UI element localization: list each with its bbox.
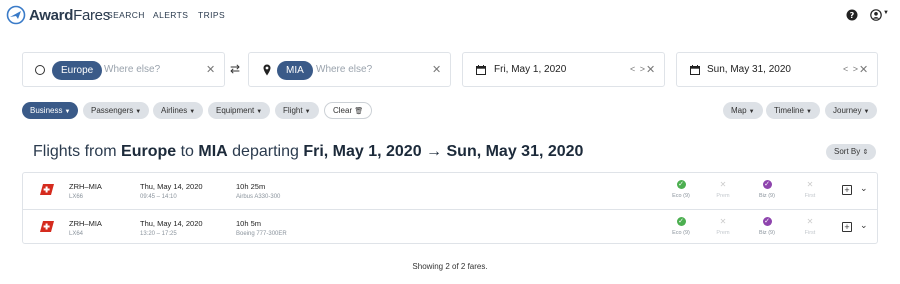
brand-logo[interactable]: AwardFares [6,5,110,25]
flight-row[interactable]: ZRH–MIA LX66 Thu, May 14, 2020 09:45 – 1… [23,173,877,208]
add-alert-plus-icon[interactable]: + [842,185,852,195]
start-date-clear-icon[interactable]: ✕ [646,63,655,76]
filter-airlines[interactable]: Airlines ▼ [153,102,204,119]
calendar-icon [690,65,700,75]
caret-down-icon: ▼ [256,109,263,115]
origin-field[interactable]: Europe Where else? ✕ [22,52,225,87]
route: ZRH–MIA [69,182,102,191]
check-icon: ✓ [676,217,686,226]
flight-number: LX64 [69,231,84,237]
origin-chip[interactable]: Europe [52,61,103,80]
cabin-premium: ✕ Prem [716,217,730,236]
start-date-prev-next[interactable]: < > [630,64,646,74]
results-headline: Flights from Europe to MIA departing Fri… [33,143,584,160]
aircraft: Boeing 777-300ER [236,231,287,237]
flight-times: 09:45 – 14:10 [140,194,177,200]
flight-row[interactable]: ZRH–MIA LX64 Thu, May 14, 2020 13:20 – 1… [23,209,877,244]
account-chevron-down-icon[interactable]: ▼ [883,10,889,16]
brand-name-light: Fares [73,6,110,24]
swiss-airline-logo-icon [40,184,54,195]
flight-number: LX66 [69,194,84,200]
caret-down-icon: ▼ [135,109,142,115]
brand-name-bold: Award [29,6,74,24]
cabin-premium: ✕ Prem [716,180,730,199]
origin-input[interactable]: Where else? [104,64,160,75]
results-count: Showing 2 of 2 fares. [412,262,488,271]
duration: 10h 25m [236,182,266,191]
check-icon: ✓ [676,180,686,189]
help-icon[interactable]: ? [846,9,858,21]
view-journey-button[interactable]: Journey ▼ [825,102,878,119]
trash-icon: 🗑 [354,108,364,115]
caret-down-icon: ▼ [304,109,311,115]
view-map-button[interactable]: Map ▼ [723,102,763,119]
start-date-value: Fri, May 1, 2020 [494,64,567,75]
top-navbar: AwardFares SEARCH ALERTS TRIPS ? ▼ [0,0,900,30]
destination-field[interactable]: MIA Where else? ✕ [248,52,451,87]
nav-trips[interactable]: TRIPS [198,10,225,20]
caret-down-icon: ▼ [748,109,755,115]
caret-down-icon: ▼ [189,109,196,115]
calendar-icon [476,65,486,75]
flight-times: 13:20 – 17:25 [140,231,177,237]
filter-equipment[interactable]: Equipment ▼ [208,102,271,119]
route: ZRH–MIA [69,219,102,228]
cabin-first: ✕ First [804,180,816,199]
svg-text:?: ? [850,11,855,20]
add-alert-plus-icon[interactable]: + [842,222,852,232]
swap-icon[interactable]: ⇄ [230,62,240,76]
check-icon: ✓ [762,180,772,189]
sort-by-button[interactable]: Sort By ⇕ [826,144,877,160]
x-icon: ✕ [806,180,814,189]
nav-search[interactable]: SEARCH [107,10,145,20]
destination-input[interactable]: Where else? [316,64,372,75]
plane-logo-icon [6,5,26,25]
end-date-clear-icon[interactable]: ✕ [859,63,868,76]
destination-clear-icon[interactable]: ✕ [432,63,441,76]
expand-chevron-down-icon[interactable]: ⌄ [860,183,868,194]
flight-date: Thu, May 14, 2020 [140,219,203,228]
cabin-first: ✕ First [804,217,816,236]
clear-filters-button[interactable]: Clear 🗑 [324,102,373,119]
flight-date: Thu, May 14, 2020 [140,182,203,191]
x-icon: ✕ [806,217,814,226]
sort-icon: ⇕ [862,149,869,156]
filter-cabin-business[interactable]: Business ▼ [22,102,79,119]
end-date-value: Sun, May 31, 2020 [707,64,791,75]
caret-down-icon: ▼ [64,109,71,115]
cabin-business[interactable]: ✓ Biz (9) [752,180,782,199]
view-timeline-button[interactable]: Timeline ▼ [766,102,820,119]
cabin-business[interactable]: ✓ Biz (9) [752,217,782,236]
origin-clear-icon[interactable]: ✕ [206,63,215,76]
aircraft: Airbus A330-300 [236,194,281,200]
cabin-economy[interactable]: ✓ Eco (9) [666,217,696,236]
caret-down-icon: ▼ [863,109,870,115]
origin-marker-icon [35,65,45,75]
filter-passengers[interactable]: Passengers ▼ [83,102,150,119]
start-date-field[interactable]: Fri, May 1, 2020 < > ✕ [462,52,665,87]
end-date-field[interactable]: Sun, May 31, 2020 < > ✕ [676,52,878,87]
filter-flight[interactable]: Flight ▼ [275,102,319,119]
results-table: ZRH–MIA LX66 Thu, May 14, 2020 09:45 – 1… [22,172,878,244]
map-pin-icon [263,64,271,76]
duration: 10h 5m [236,219,262,228]
caret-down-icon: ▼ [805,109,812,115]
expand-chevron-down-icon[interactable]: ⌄ [860,220,868,231]
end-date-prev-next[interactable]: < > [843,64,859,74]
account-icon[interactable] [870,9,882,21]
check-icon: ✓ [762,217,772,226]
x-icon: ✕ [719,180,727,189]
swiss-airline-logo-icon [40,221,54,232]
cabin-economy[interactable]: ✓ Eco (9) [666,180,696,199]
x-icon: ✕ [719,217,727,226]
nav-alerts[interactable]: ALERTS [153,10,188,20]
destination-chip[interactable]: MIA [277,61,313,80]
